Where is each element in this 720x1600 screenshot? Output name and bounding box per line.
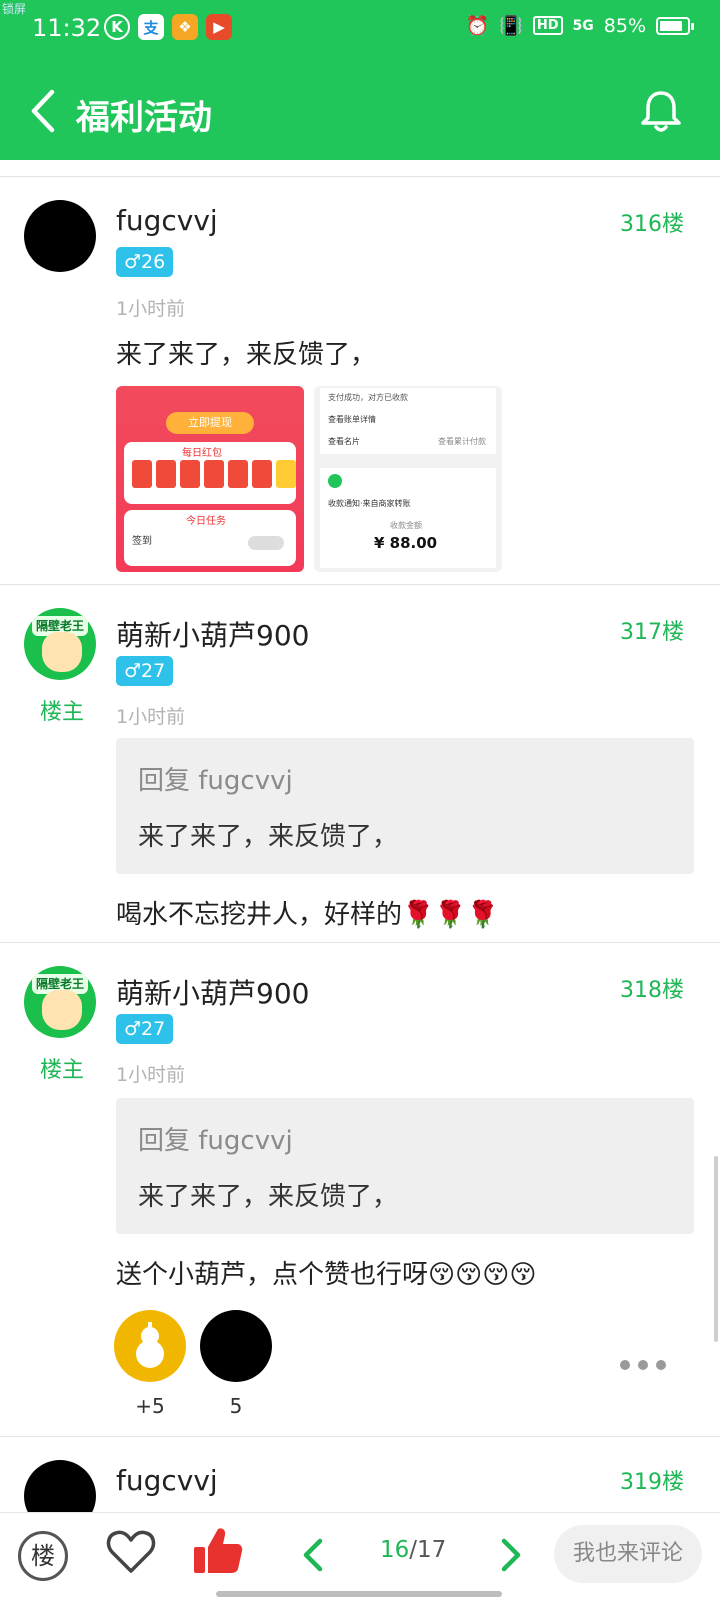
thumb-amount: ¥ 88.00 bbox=[374, 534, 438, 552]
page-title: 福利活动 bbox=[76, 98, 212, 138]
thumb-text: 查看累计付款 bbox=[438, 437, 486, 446]
network-icon: 5G bbox=[572, 17, 594, 34]
page-separator: / bbox=[409, 1537, 418, 1563]
floor-number: 317楼 bbox=[620, 620, 684, 645]
post-content: 喝水不忘挖井人，好样的🌹🌹🌹 bbox=[116, 900, 500, 930]
thumb-text: 收款通知·来自商家转账 bbox=[328, 499, 411, 508]
image-thumbnail[interactable]: 支付成功，对方已收款 查看账单详情 查看名片 查看累计付款 收款通知·来自商家转… bbox=[314, 386, 502, 572]
battery-icon bbox=[656, 16, 694, 35]
vibrate-icon: 📳 bbox=[499, 15, 523, 37]
op-label: 楼主 bbox=[40, 1058, 85, 1083]
video-app-icon: ▶ bbox=[206, 14, 232, 40]
heart-icon[interactable] bbox=[106, 1529, 156, 1575]
thumb-coin-row bbox=[132, 460, 296, 488]
avatar[interactable] bbox=[24, 200, 96, 272]
thumbs-up-icon[interactable] bbox=[192, 1525, 244, 1577]
battery-percent: 85% bbox=[603, 14, 646, 37]
jump-floor-button[interactable]: 楼 bbox=[18, 1531, 68, 1581]
thumb-text: 今日任务 bbox=[186, 516, 226, 527]
male-icon: ♂ bbox=[124, 1018, 142, 1040]
thumb-text: 每日红包 bbox=[182, 448, 222, 459]
thumb-panel: 每日红包 bbox=[124, 442, 296, 504]
quote-text: 来了来了，来反馈了， bbox=[138, 822, 399, 852]
status-right-icons: ⏰ 📳 HD 5G 85% bbox=[465, 14, 694, 37]
post-content: 送个小葫芦，点个赞也行呀😚😚😚😚 bbox=[116, 1260, 537, 1290]
divider bbox=[0, 1436, 720, 1437]
avatar[interactable] bbox=[200, 1310, 272, 1382]
scrollbar[interactable] bbox=[714, 1156, 718, 1342]
level-value: 26 bbox=[141, 251, 166, 273]
bell-icon[interactable] bbox=[638, 88, 684, 134]
divider bbox=[0, 176, 720, 177]
floor-number: 318楼 bbox=[620, 978, 684, 1003]
username[interactable]: fugcvvj bbox=[116, 204, 218, 237]
thumb-text: 查看账单详情 bbox=[328, 415, 376, 424]
level-value: 27 bbox=[141, 1018, 166, 1040]
post-time: 1小时前 bbox=[116, 706, 186, 728]
gift-count: 5 bbox=[229, 1394, 243, 1418]
floor-number: 316楼 bbox=[620, 212, 684, 237]
male-icon: ♂ bbox=[124, 251, 142, 273]
comment-input[interactable]: 我也来评论 bbox=[554, 1525, 702, 1583]
chevron-left-icon[interactable] bbox=[24, 86, 64, 136]
avatar-face bbox=[42, 632, 82, 672]
more-options-button[interactable] bbox=[620, 1360, 666, 1370]
wechat-pay-icon bbox=[328, 474, 342, 488]
next-page-icon[interactable] bbox=[496, 1533, 526, 1577]
prev-page-icon[interactable] bbox=[298, 1533, 328, 1577]
status-bar: 锁屏 11:32 K 支 ❖ ▶ ⏰ 📳 HD 5G 85% bbox=[0, 0, 720, 60]
post-content: 来了来了，来反馈了， bbox=[116, 340, 377, 370]
op-label: 楼主 bbox=[40, 700, 85, 725]
app-header: 锁屏 11:32 K 支 ❖ ▶ ⏰ 📳 HD 5G 85% 福利活动 bbox=[0, 0, 720, 160]
avatar-face bbox=[42, 990, 82, 1030]
quote-title: 回复 fugcvvj bbox=[138, 1126, 293, 1156]
status-time: 11:32 bbox=[32, 14, 102, 42]
page-indicator: 16/17 bbox=[380, 1537, 446, 1563]
gourd-icon[interactable] bbox=[114, 1310, 186, 1382]
quote-title: 回复 fugcvvj bbox=[138, 766, 293, 796]
gender-level-badge: ♂27 bbox=[116, 1014, 174, 1044]
thumb-text: 签到 bbox=[132, 536, 152, 547]
level-value: 27 bbox=[141, 660, 166, 682]
thumb-panel: 支付成功，对方已收款 查看账单详情 查看名片 查看累计付款 bbox=[320, 388, 496, 454]
alarm-icon: ⏰ bbox=[465, 15, 490, 37]
divider bbox=[0, 584, 720, 585]
thumb-text: 查看名片 bbox=[328, 437, 360, 446]
reply-quote[interactable]: 回复 fugcvvj 来了来了，来反馈了， bbox=[116, 738, 694, 874]
k-app-icon: K bbox=[104, 14, 130, 40]
op-avatar[interactable]: 隔壁老王 bbox=[24, 608, 96, 680]
thumb-text: 立即提现 bbox=[166, 412, 254, 434]
floor-number: 319楼 bbox=[620, 1470, 684, 1495]
status-tiny-label: 锁屏 bbox=[2, 2, 27, 16]
gender-level-badge: ♂26 bbox=[116, 247, 174, 277]
reply-quote[interactable]: 回复 fugcvvj 来了来了，来反馈了， bbox=[116, 1098, 694, 1234]
page-total: 17 bbox=[417, 1537, 447, 1563]
game-app-icon: ❖ bbox=[172, 14, 198, 40]
username[interactable]: 萌新小葫芦900 bbox=[116, 972, 309, 1012]
thumb-panel: 收款通知·来自商家转账 收款金额 ¥ 88.00 bbox=[320, 468, 496, 568]
quote-text: 来了来了，来反馈了， bbox=[138, 1182, 399, 1212]
gourd-shape bbox=[136, 1322, 164, 1368]
page-current: 16 bbox=[380, 1537, 410, 1563]
battery-level bbox=[660, 20, 682, 31]
post-time: 1小时前 bbox=[116, 1064, 186, 1086]
post-time: 1小时前 bbox=[116, 298, 186, 320]
alipay-icon: 支 bbox=[138, 14, 164, 40]
thumb-panel: 今日任务 签到 bbox=[124, 510, 296, 566]
status-notification-icons: K 支 ❖ ▶ bbox=[104, 14, 232, 40]
bottom-toolbar: 楼 16/17 我也来评论 bbox=[0, 1512, 720, 1600]
username[interactable]: fugcvvj bbox=[116, 1464, 218, 1497]
male-icon: ♂ bbox=[124, 660, 142, 682]
thumb-text: 支付成功，对方已收款 bbox=[328, 393, 408, 402]
op-avatar[interactable]: 隔壁老王 bbox=[24, 966, 96, 1038]
home-indicator[interactable] bbox=[216, 1591, 502, 1597]
hd-icon: HD bbox=[532, 16, 563, 35]
image-thumbnail[interactable]: 立即提现 每日红包 今日任务 签到 bbox=[116, 386, 304, 572]
divider bbox=[0, 942, 720, 943]
username[interactable]: 萌新小葫芦900 bbox=[116, 614, 309, 654]
gender-level-badge: ♂27 bbox=[116, 656, 174, 686]
thumb-text: 收款金额 bbox=[390, 521, 422, 530]
gift-count: +5 bbox=[135, 1394, 165, 1418]
